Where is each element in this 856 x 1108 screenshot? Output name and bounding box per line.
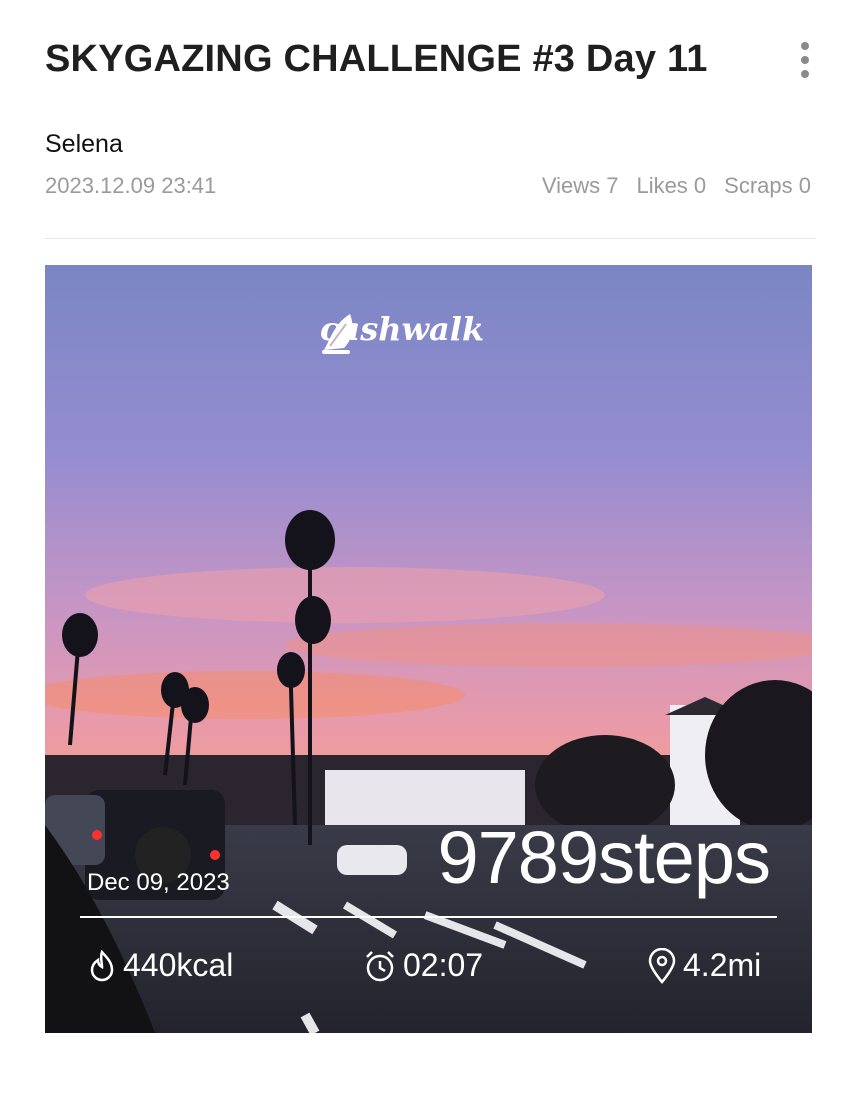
alarm-clock-icon	[366, 950, 394, 981]
calories-metric: 440kcal	[87, 947, 233, 984]
overlay-divider	[80, 916, 777, 918]
feather-shoe-icon	[322, 314, 353, 354]
more-options-icon[interactable]	[792, 40, 818, 80]
steps-count: 9789steps	[437, 816, 771, 899]
divider	[45, 238, 816, 239]
post-title: SKYGAZING CHALLENGE #3 Day 11	[45, 38, 708, 80]
flame-icon	[90, 949, 114, 981]
likes-count: Likes 0	[636, 173, 707, 198]
calories-value: 440kcal	[123, 947, 234, 983]
post-stats: Views 7 Likes 0 Scraps 0	[542, 173, 811, 199]
duration-metric: 02:07	[363, 947, 483, 984]
post-datetime: 2023.12.09 23:41	[45, 173, 217, 198]
brand-logo: cashwalk	[320, 310, 484, 354]
scraps-count: Scraps 0	[724, 173, 811, 198]
views-count: Views 7	[541, 173, 619, 198]
distance-value: 4.2mi	[683, 947, 762, 983]
distance-metric: 4.2mi	[647, 947, 761, 984]
author-name[interactable]: Selena	[45, 130, 123, 159]
walk-date: Dec 09, 2023	[87, 869, 230, 896]
post-photo[interactable]: cashwalk 9789steps Dec 09, 2023 440kcal …	[45, 265, 812, 1033]
location-pin-icon	[648, 947, 676, 984]
duration-value: 02:07	[403, 947, 484, 983]
